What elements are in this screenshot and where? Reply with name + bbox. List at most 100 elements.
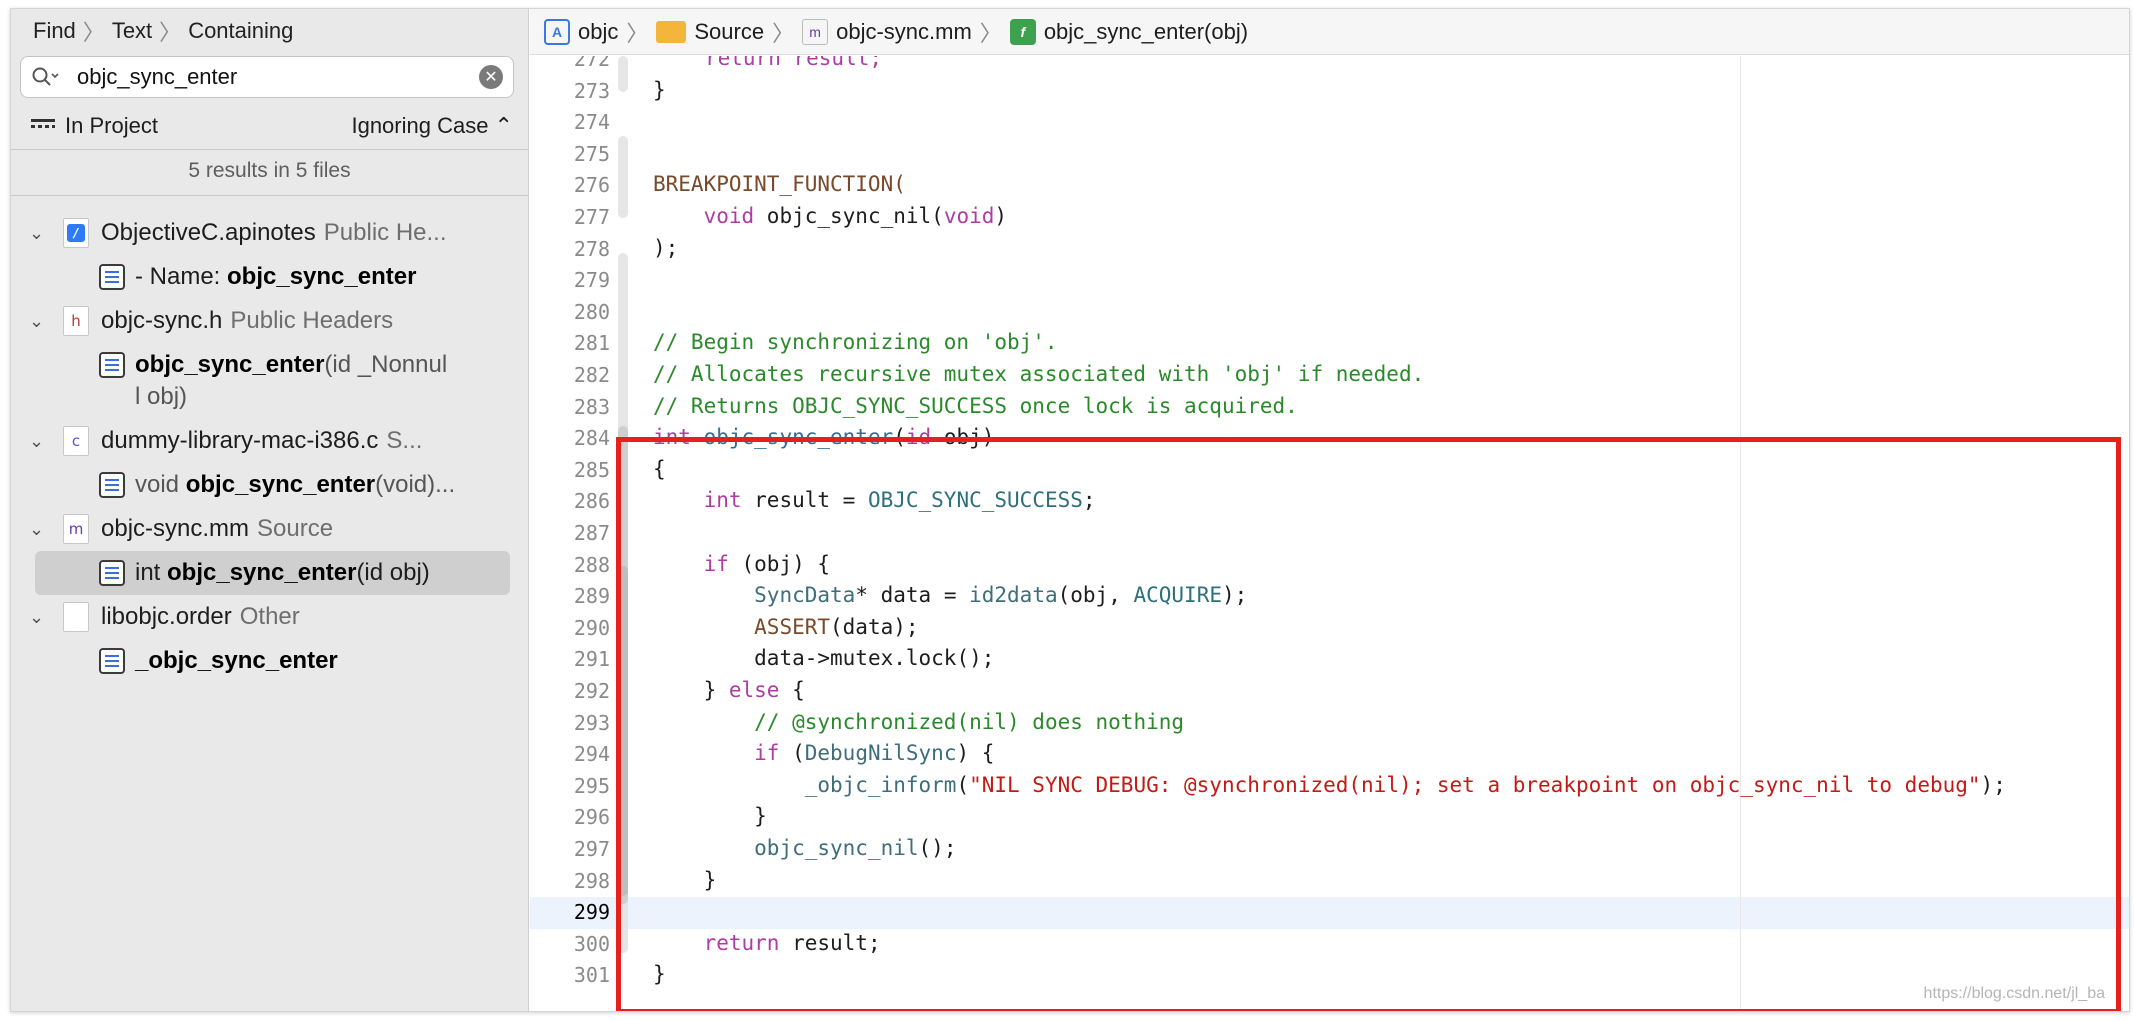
case-sensitivity-popup[interactable]: Ignoring Case ⌃ [351, 113, 513, 139]
result-match-row[interactable]: _objc_sync_enter [11, 639, 528, 683]
code-line-277: void objc_sync_nil(void) [703, 204, 1008, 228]
fold-ribbon[interactable] [618, 56, 628, 92]
breadcrumb-project[interactable]: A objc [544, 18, 618, 45]
text-match-icon [99, 264, 125, 290]
chevron-down-icon[interactable]: ⌄ [29, 431, 51, 452]
find-navigator: Find 〉 Text 〉 Containing objc_sync_enter… [11, 9, 529, 1011]
chevron-down-icon[interactable]: ⌄ [29, 311, 51, 332]
result-match-row[interactable]: void objc_sync_enter(void)... [11, 463, 528, 507]
c-file-icon: c [63, 426, 89, 456]
result-match-text: objc_sync_enter(id _Nonnul l obj) [135, 351, 448, 410]
line-number[interactable]: 285 [530, 458, 610, 482]
line-number[interactable]: 272 [530, 56, 610, 71]
search-input[interactable]: objc_sync_enter [69, 64, 479, 90]
line-number[interactable]: 277 [530, 205, 610, 229]
line-number[interactable]: 278 [530, 237, 610, 261]
search-icon[interactable] [21, 57, 69, 97]
line-number[interactable]: 300 [530, 932, 610, 956]
code-line-272: return result; [705, 56, 883, 70]
line-number[interactable]: 297 [530, 837, 610, 861]
result-file-row[interactable]: ⌄ / ObjectiveC.apinotes Public He... [11, 211, 528, 255]
line-number[interactable]: 281 [530, 331, 610, 355]
line-number[interactable]: 298 [530, 869, 610, 893]
text-match-icon [99, 472, 125, 498]
result-file-row[interactable]: ⌄ libobjc.order Other [11, 595, 528, 639]
chevron-right-icon: 〉 [772, 20, 795, 46]
find-mode-containing[interactable]: Containing [188, 18, 293, 44]
result-file-name: ObjectiveC.apinotes [101, 219, 316, 246]
line-number[interactable]: 289 [530, 584, 610, 608]
find-mode-bar: Find 〉 Text 〉 Containing [11, 9, 528, 53]
breadcrumb-file[interactable]: m objc-sync.mm [802, 18, 972, 45]
line-number[interactable]: 274 [530, 110, 610, 134]
scope-project-label: In Project [65, 113, 158, 138]
breadcrumb-folder[interactable]: Source [656, 19, 764, 45]
watermark: https://blog.csdn.net/jl_ba [1923, 985, 2105, 1002]
line-number[interactable]: 279 [530, 268, 610, 292]
line-number[interactable]: 296 [530, 805, 610, 829]
line-number[interactable]: 290 [530, 616, 610, 640]
results-summary: 5 results in 5 files [188, 159, 351, 182]
line-number[interactable]: 280 [530, 300, 610, 324]
project-icon: A [544, 18, 570, 45]
line-number[interactable]: 275 [530, 142, 610, 166]
result-match-text: - Name: objc_sync_enter [135, 263, 417, 290]
breadcrumb-symbol[interactable]: f objc_sync_enter(obj) [1009, 18, 1248, 45]
chevron-down-icon[interactable]: ⌄ [29, 607, 51, 628]
function-icon: f [1009, 18, 1036, 45]
fold-ribbon[interactable] [618, 136, 628, 218]
objc-file-icon: m [63, 514, 89, 544]
search-field[interactable]: objc_sync_enter ✕ [20, 56, 514, 98]
search-scope-bar: In Project Ignoring Case ⌃ [31, 109, 523, 143]
jump-bar: A objc 〉 Source 〉 m objc-sync.mm 〉 f obj… [530, 9, 2129, 55]
line-number[interactable]: 286 [530, 489, 610, 513]
result-file-row[interactable]: ⌄ h objc-sync.h Public Headers [11, 299, 528, 343]
result-file-name: objc-sync.h [101, 307, 223, 334]
line-number[interactable]: 294 [530, 742, 610, 766]
line-number[interactable]: 273 [530, 79, 610, 103]
result-file-row[interactable]: ⌄ c dummy-library-mac-i386.c S... [11, 419, 528, 463]
result-match-text: int objc_sync_enter(id obj) [135, 559, 430, 586]
line-number[interactable]: 295 [530, 774, 610, 798]
line-number[interactable]: 282 [530, 363, 610, 387]
result-match-text: _objc_sync_enter [135, 647, 338, 674]
code-line-273: } [653, 77, 666, 102]
chevron-right-icon: 〉 [159, 20, 182, 45]
code-line-282: // Allocates recursive mutex associated … [653, 362, 1425, 386]
line-number[interactable]: 284 [530, 426, 610, 450]
line-number[interactable]: 288 [530, 553, 610, 577]
result-file-name: objc-sync.mm [101, 515, 250, 542]
result-file-name: dummy-library-mac-i386.c [101, 427, 379, 454]
result-match-row-selected[interactable]: int objc_sync_enter(id obj) [35, 551, 510, 595]
line-number[interactable]: 283 [530, 395, 610, 419]
line-number[interactable]: 291 [530, 647, 610, 671]
text-match-icon [99, 560, 125, 586]
result-match-row[interactable]: objc_sync_enter(id _Nonnul l obj) [11, 343, 528, 419]
folder-icon [656, 20, 687, 43]
result-file-group: Other [239, 603, 300, 630]
line-number[interactable]: 287 [530, 521, 610, 545]
scope-project-button[interactable]: In Project [31, 113, 158, 139]
result-match-row[interactable]: - Name: objc_sync_enter [11, 255, 528, 299]
results-tree: ⌄ / ObjectiveC.apinotes Public He... - N… [11, 211, 528, 683]
divider [11, 149, 528, 150]
header-file-icon: h [63, 306, 89, 336]
line-number[interactable]: 301 [530, 963, 610, 987]
line-number[interactable]: 299 [530, 900, 610, 924]
find-mode-text[interactable]: Text [112, 18, 152, 44]
chevron-down-icon[interactable]: ⌄ [29, 519, 51, 540]
result-file-group: Public Headers [230, 307, 394, 334]
xcode-window: Find 〉 Text 〉 Containing objc_sync_enter… [10, 8, 2130, 1012]
line-number[interactable]: 293 [530, 711, 610, 735]
clear-search-icon[interactable]: ✕ [479, 65, 503, 89]
objc-file-icon: m [802, 18, 829, 45]
result-file-row[interactable]: ⌄ m objc-sync.mm Source [11, 507, 528, 551]
text-match-icon [99, 352, 125, 378]
find-mode-find[interactable]: Find [33, 18, 76, 44]
code-line-281: // Begin synchronizing on 'obj'. [653, 330, 1058, 355]
line-number[interactable]: 276 [530, 173, 610, 197]
result-match-text: void objc_sync_enter(void)... [135, 471, 456, 498]
chevron-down-icon[interactable]: ⌄ [29, 223, 51, 244]
line-number[interactable]: 292 [530, 679, 610, 703]
code-line-278: ); [653, 235, 679, 260]
